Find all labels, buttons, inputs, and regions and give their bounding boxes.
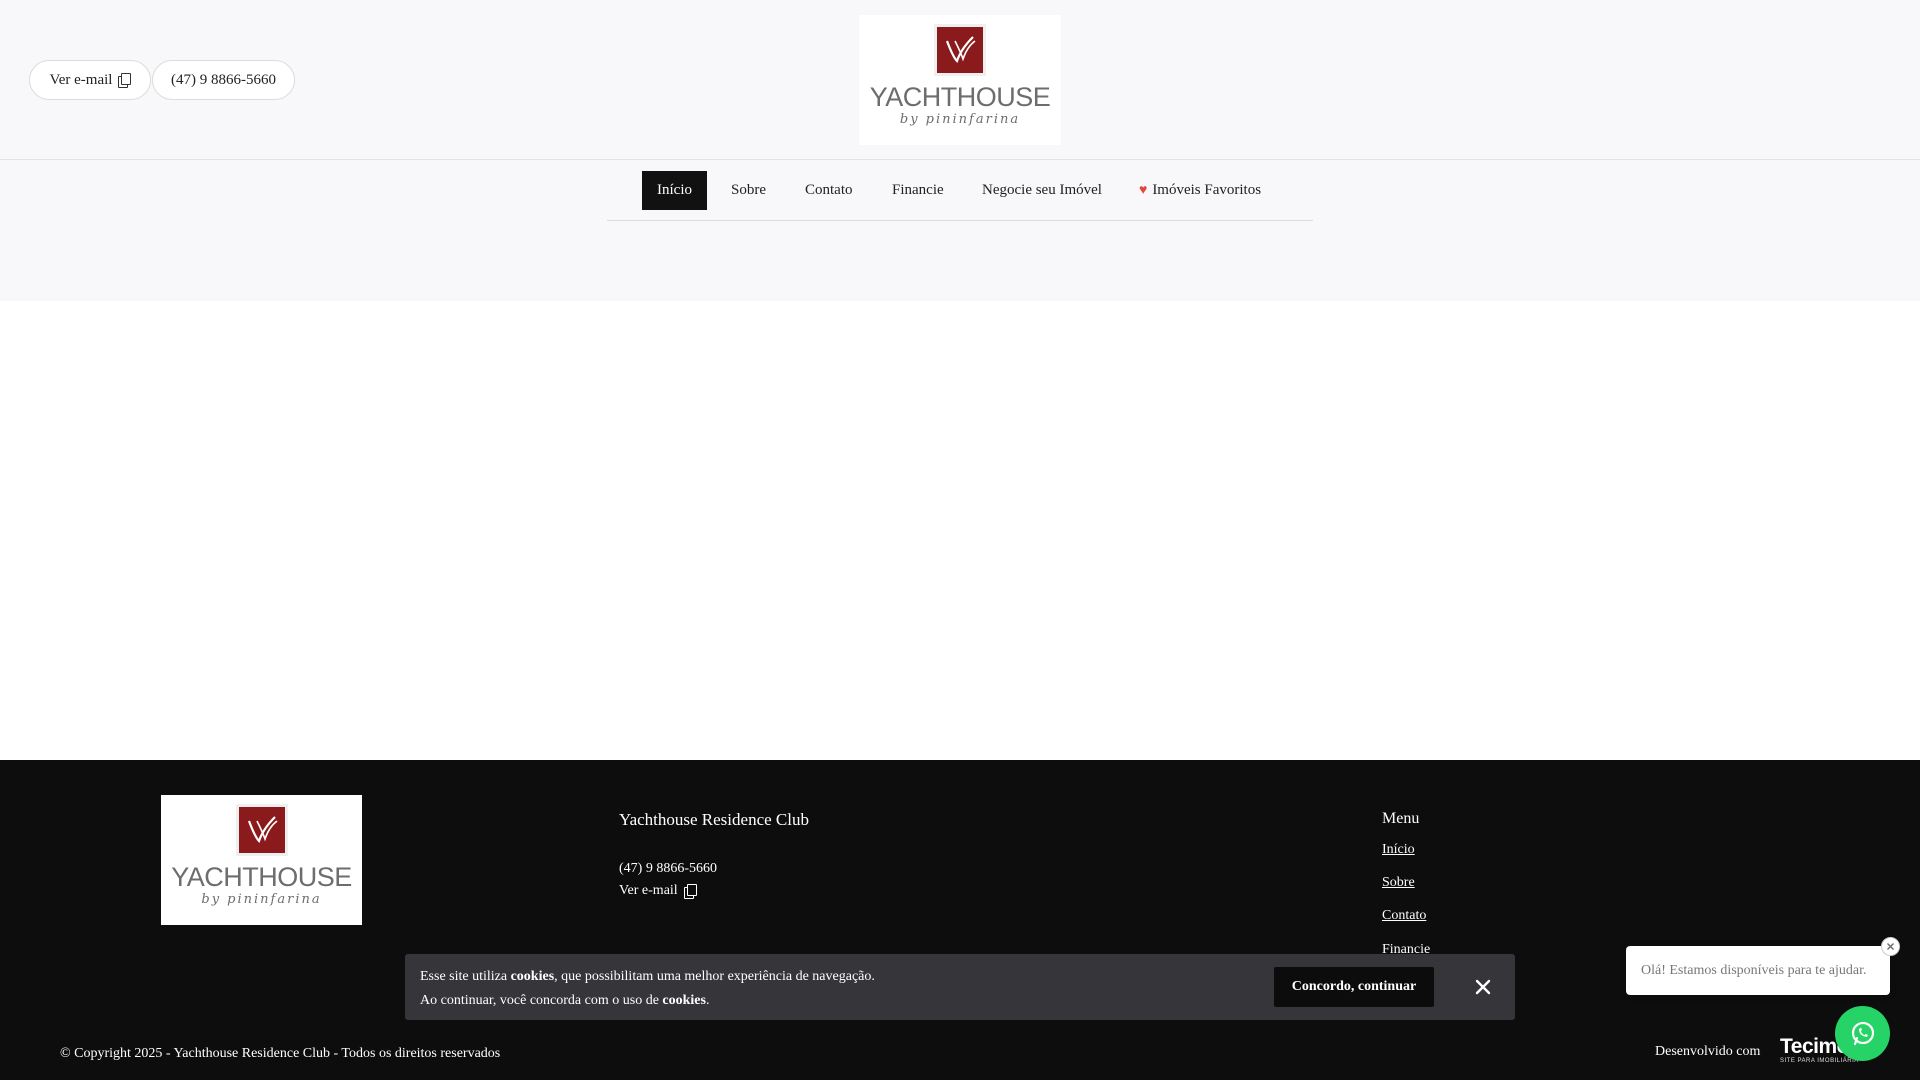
nav-item-inicio[interactable]: Início	[642, 171, 707, 210]
cookie-text-part: Ao continuar, você concorda com o uso de	[420, 993, 663, 1008]
footer-menu-title: Menu	[1382, 810, 1420, 827]
logo-wordmark: YACHTHOUSE	[171, 862, 352, 892]
footer-copyright: © Copyright 2025 - Yachthouse Residence …	[60, 1046, 501, 1061]
main-nav: Início Sobre Contato Financie Negocie se…	[607, 161, 1313, 221]
view-email-label: Ver e-mail	[49, 71, 113, 88]
footer-logo[interactable]: YACHTHOUSE by pininfarina	[161, 795, 362, 925]
logo-tagline: by pininfarina	[201, 892, 322, 907]
nav-label: Contato	[805, 182, 853, 198]
cookie-text-bold: cookies	[510, 969, 555, 984]
cookie-text-bold: cookies	[662, 993, 706, 1008]
yachthouse-emblem-icon	[934, 24, 986, 76]
logo-wordmark: YACHTHOUSE	[869, 82, 1051, 112]
footer-menu-sobre[interactable]: Sobre	[1382, 875, 1415, 891]
cookie-accept-button[interactable]: Concordo, continuar	[1274, 967, 1434, 1007]
footer-view-email[interactable]: Ver e-mail	[619, 883, 697, 899]
phone-label: (47) 9 8866-5660	[171, 71, 276, 88]
yachthouse-emblem-icon	[235, 804, 288, 856]
site-footer: YACHTHOUSE by pininfarina Yachthouse Res…	[0, 760, 1920, 1080]
view-email-button[interactable]: Ver e-mail	[29, 60, 151, 100]
nav-item-favoritos[interactable]: ♥ Imóveis Favoritos	[1139, 171, 1261, 210]
chat-message: Olá! Estamos disponíveis para te ajudar.	[1641, 962, 1867, 978]
phone-button[interactable]: (47) 9 8866-5660	[152, 60, 295, 100]
cookie-consent-bar: Esse site utiliza cookies, que possibili…	[405, 954, 1515, 1020]
footer-email-label: Ver e-mail	[619, 883, 678, 898]
cookie-text-part: .	[705, 993, 710, 1008]
heart-icon: ♥	[1139, 183, 1148, 198]
footer-menu-inicio[interactable]: Início	[1382, 842, 1415, 858]
nav-label: Início	[657, 182, 692, 198]
nav-label: Financie	[892, 182, 944, 198]
logo-tagline: by pininfarina	[899, 112, 1021, 127]
site-header: Ver e-mail (47) 9 8866-5660 YACHTHOUSE b…	[0, 0, 1920, 301]
whatsapp-icon	[1851, 1021, 1874, 1045]
chat-greeting-bubble[interactable]: Olá! Estamos disponíveis para te ajudar.	[1626, 946, 1890, 995]
whatsapp-button[interactable]	[1835, 1006, 1890, 1061]
cookie-text-part: , que possibilitam uma melhor experiênci…	[554, 969, 875, 984]
cookie-message: Esse site utiliza cookies, que possibili…	[420, 965, 875, 1013]
nav-item-sobre[interactable]: Sobre	[731, 171, 766, 210]
copy-icon	[683, 884, 697, 899]
close-icon[interactable]	[1472, 976, 1494, 998]
nav-item-financie[interactable]: Financie	[892, 171, 944, 210]
nav-label: Imóveis Favoritos	[1152, 182, 1262, 198]
chat-dismiss-close-icon[interactable]	[1881, 937, 1900, 956]
cookie-text-part: Esse site utiliza	[420, 969, 511, 984]
footer-company-name: Yachthouse Residence Club	[619, 810, 809, 829]
footer-phone[interactable]: (47) 9 8866-5660	[619, 861, 717, 877]
footer-menu-contato[interactable]: Contato	[1382, 908, 1426, 924]
tecimob-tagline: SITE PARA IMOBILIÁRIA	[1780, 1058, 1859, 1064]
top-bar: Ver e-mail (47) 9 8866-5660 YACHTHOUSE b…	[0, 0, 1920, 160]
nav-label: Sobre	[731, 182, 766, 198]
copy-icon	[118, 73, 132, 88]
nav-label: Negocie seu Imóvel	[982, 182, 1102, 198]
nav-item-contato[interactable]: Contato	[805, 171, 853, 210]
header-logo[interactable]: YACHTHOUSE by pininfarina	[859, 15, 1061, 145]
developed-by-label: Desenvolvido com	[1655, 1044, 1761, 1059]
nav-item-negocie[interactable]: Negocie seu Imóvel	[982, 171, 1102, 210]
